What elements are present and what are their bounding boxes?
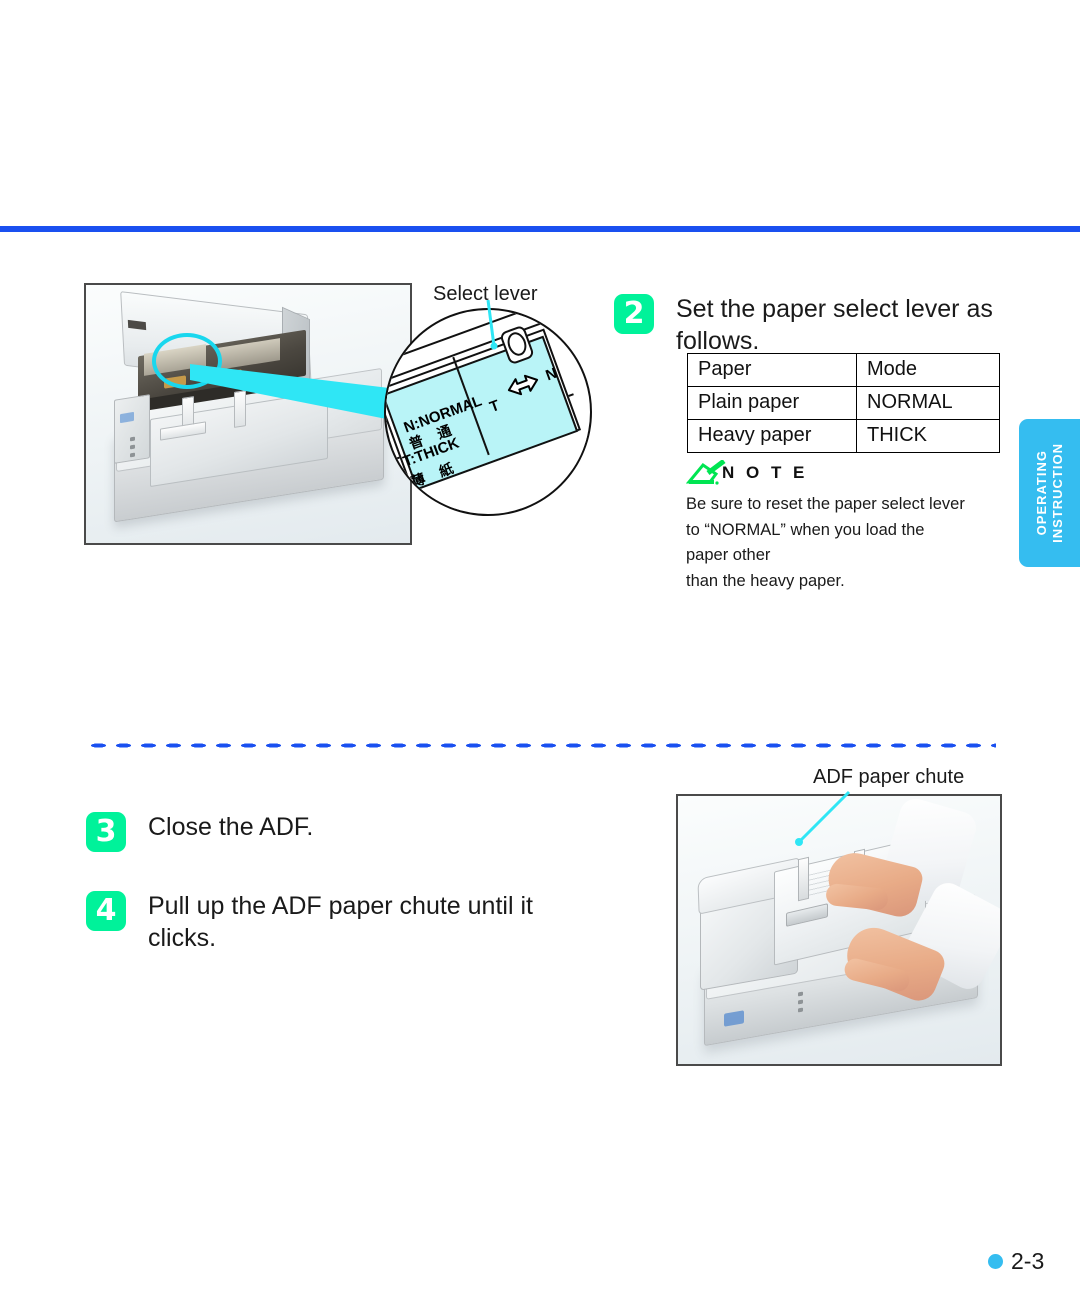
note-heading: N O T E bbox=[686, 460, 1016, 486]
lever-pointer-line bbox=[486, 300, 498, 350]
chute-guide-left bbox=[798, 856, 809, 902]
page-number: 2-3 bbox=[988, 1248, 1044, 1275]
step-2: 2 Set the paper select lever as follows. bbox=[614, 294, 1014, 357]
side-tab-labels: OPERATING INSTRUCTION bbox=[1019, 419, 1080, 567]
lever-highlight-circle-icon bbox=[152, 333, 222, 389]
led-indicator bbox=[130, 444, 135, 450]
note-title: N O T E bbox=[722, 463, 808, 482]
table-cell-mode: NORMAL bbox=[856, 386, 1000, 420]
led-indicator bbox=[130, 452, 135, 458]
step-2-text: Set the paper select lever as follows. bbox=[676, 295, 993, 355]
page-number-text: 2-3 bbox=[1011, 1248, 1045, 1274]
side-tab-line-1: OPERATING bbox=[1034, 450, 1049, 536]
step-2-badge: 2 bbox=[614, 294, 654, 334]
step-4: 4 Pull up the ADF paper chute until it c… bbox=[86, 891, 556, 954]
note-line: to “NORMAL” when you load the bbox=[686, 520, 925, 539]
note-body: Be sure to reset the paper select lever … bbox=[686, 492, 1016, 594]
step-4-badge: 4 bbox=[86, 891, 126, 931]
side-tab-line-2: INSTRUCTION bbox=[1050, 443, 1065, 543]
led-indicator bbox=[130, 436, 135, 442]
adf-chute-pointer-line bbox=[795, 790, 851, 846]
step-4-text: Pull up the ADF paper chute until it cli… bbox=[148, 892, 533, 952]
note-block: N O T E Be sure to reset the paper selec… bbox=[686, 460, 1016, 594]
table-header-mode: Mode bbox=[856, 353, 1000, 387]
status-leds bbox=[798, 991, 803, 1013]
page-bullet-icon bbox=[988, 1254, 1003, 1269]
scanner-open-photo bbox=[84, 283, 412, 545]
table-cell-mode: THICK bbox=[856, 419, 1000, 453]
note-line: than the heavy paper. bbox=[686, 571, 845, 590]
adf-paper-chute-caption: ADF paper chute bbox=[813, 766, 965, 788]
step-3: 3 Close the ADF. bbox=[86, 812, 556, 852]
status-leds bbox=[130, 436, 135, 458]
section-divider bbox=[86, 742, 996, 749]
table-cell-paper: Heavy paper bbox=[687, 419, 857, 453]
table-row: Plain paper NORMAL bbox=[687, 386, 1000, 420]
table-header-row: Paper Mode bbox=[687, 353, 1000, 387]
step-3-text: Close the ADF. bbox=[148, 813, 314, 841]
header-rule bbox=[0, 226, 1080, 232]
table-row: Heavy paper THICK bbox=[687, 419, 1000, 453]
table-header-paper: Paper bbox=[687, 353, 857, 387]
side-tab-operating-instruction: OPERATING INSTRUCTION bbox=[1019, 419, 1080, 567]
paper-mode-table: Paper Mode Plain paper NORMAL Heavy pape… bbox=[687, 353, 1000, 453]
note-line: paper other bbox=[686, 546, 771, 565]
tray-guide-right bbox=[234, 390, 246, 428]
led-indicator bbox=[798, 999, 803, 1005]
step-3-badge: 3 bbox=[86, 812, 126, 852]
note-line: Be sure to reset the paper select lever bbox=[686, 495, 965, 513]
table-cell-paper: Plain paper bbox=[687, 386, 857, 420]
led-indicator bbox=[798, 991, 803, 997]
